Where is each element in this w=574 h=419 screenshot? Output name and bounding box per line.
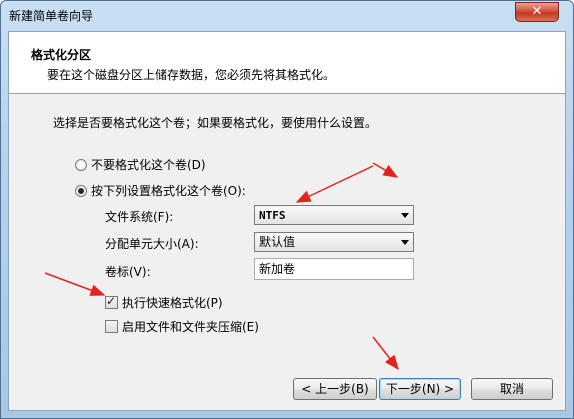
page-subtitle: 要在这个磁盘分区上储存数据，您必须先将其格式化。 [47, 68, 336, 82]
chevron-down-icon [401, 213, 409, 218]
compression-box[interactable] [105, 320, 118, 333]
instruction-text: 选择是否要格式化这个卷；如果要格式化，要使用什么设置。 [53, 116, 378, 130]
volume-label-input[interactable]: 新加卷 [254, 258, 414, 280]
quick-format-label: 执行快速格式化(P) [122, 296, 223, 310]
allocation-unit-value: 默认值 [259, 235, 296, 249]
close-button[interactable]: ✕ [515, 2, 559, 22]
allocation-unit-select[interactable]: 默认值 [254, 232, 414, 252]
next-button[interactable]: 下一步(N) > [379, 378, 461, 400]
volume-label-label: 卷标(V): [105, 265, 151, 279]
radio-no-format-label: 不要格式化这个卷(D) [91, 158, 206, 172]
close-icon: ✕ [531, 4, 543, 19]
compression-checkbox[interactable]: 启用文件和文件夹压缩(E) [105, 318, 259, 335]
title-bar[interactable]: 新建简单卷向导 ✕ [1, 1, 573, 31]
volume-label-value: 新加卷 [259, 262, 296, 276]
file-system-select[interactable]: NTFS [254, 205, 414, 225]
page-title: 格式化分区 [31, 48, 92, 62]
radio-format-label: 按下列设置格式化这个卷(O): [91, 184, 246, 198]
radio-format-indicator[interactable] [75, 184, 87, 197]
wizard-client-area: 格式化分区 要在这个磁盘分区上储存数据，您必须先将其格式化。 选择是否要格式化这… [8, 31, 566, 411]
quick-format-checkbox[interactable]: 执行快速格式化(P) [105, 294, 223, 311]
radio-no-format[interactable]: 不要格式化这个卷(D) [75, 156, 206, 173]
radio-no-format-indicator[interactable] [75, 158, 87, 171]
radio-format[interactable]: 按下列设置格式化这个卷(O): [75, 182, 246, 199]
file-system-label: 文件系统(F): [105, 210, 174, 224]
compression-label: 启用文件和文件夹压缩(E) [122, 320, 259, 334]
cancel-button[interactable]: 取消 [471, 378, 553, 400]
wizard-header: 格式化分区 要在这个磁盘分区上储存数据，您必须先将其格式化。 [9, 32, 565, 94]
allocation-unit-label: 分配单元大小(A): [105, 237, 199, 251]
file-system-value: NTFS [259, 209, 286, 222]
window-title: 新建简单卷向导 [9, 9, 94, 23]
chevron-down-icon [401, 240, 409, 245]
quick-format-box[interactable] [105, 294, 118, 309]
wizard-window: 新建简单卷向导 ✕ 格式化分区 要在这个磁盘分区上储存数据，您必须先将其格式化。… [0, 0, 574, 419]
back-button[interactable]: < 上一步(B) [293, 378, 377, 400]
